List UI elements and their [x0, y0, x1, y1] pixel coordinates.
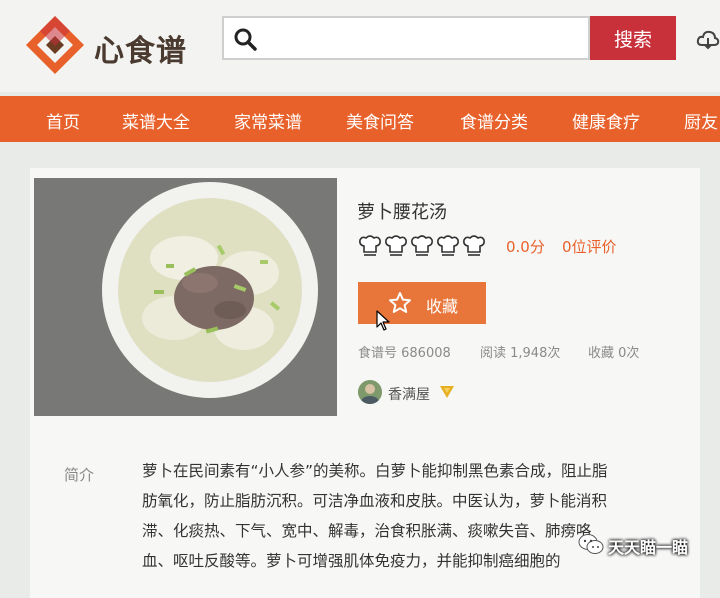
recipe-id: 食谱号 686008	[358, 346, 451, 361]
recipe-photo[interactable]	[34, 178, 337, 416]
nav-item-home[interactable]: 首页	[46, 108, 80, 133]
intro-line: 肪氧化，防止脂肪沉积。可洁净血液和皮肤。中医认为，萝卜能消积	[142, 492, 608, 510]
search-input[interactable]	[266, 24, 570, 56]
soup-bowl-image	[34, 178, 337, 416]
favorite-count: 收藏 0次	[588, 346, 640, 361]
main-nav: 首页 菜谱大全 家常菜谱 美食问答 食谱分类 健康食疗 厨友	[0, 96, 720, 142]
chef-hat-icon	[411, 235, 433, 253]
cloud-icon[interactable]	[696, 28, 720, 50]
star-icon	[389, 292, 411, 313]
read-count: 阅读 1,948次	[480, 346, 561, 361]
nav-item-categories[interactable]: 食谱分类	[460, 108, 528, 133]
nav-item-recipes[interactable]: 菜谱大全	[122, 108, 190, 133]
intro-label: 简介	[64, 466, 95, 484]
site-logo[interactable]: 心食谱	[24, 14, 214, 74]
chef-hat-icon	[385, 235, 407, 253]
rating-score: 0.0分	[506, 238, 545, 256]
watermark: 天天瞄一瞄	[576, 528, 720, 560]
chef-hat-icon	[437, 235, 459, 253]
logo-mark-icon	[26, 16, 84, 74]
review-count[interactable]: 0位评价	[562, 236, 617, 257]
chef-hat-icon	[359, 235, 381, 253]
nav-item-qa[interactable]: 美食问答	[346, 108, 414, 133]
search-icon	[234, 28, 257, 51]
mouse-cursor-icon	[376, 310, 390, 331]
chef-hat-icon	[463, 235, 485, 253]
intro-line: 萝卜在民间素有“小人参”的美称。白萝卜能抑制黑色素合成，阻止脂	[142, 462, 608, 480]
chef-hat-icon	[359, 235, 485, 256]
author-name[interactable]: 香满屋	[388, 384, 430, 404]
logo-text: 心食谱	[94, 34, 187, 69]
rating-hats[interactable]	[357, 234, 497, 260]
search-box	[222, 16, 590, 60]
author-avatar[interactable]	[358, 380, 382, 404]
recipe-title: 萝卜腰花汤	[357, 202, 447, 223]
nav-item-home-cooking[interactable]: 家常菜谱	[234, 108, 302, 133]
verified-badge-icon	[440, 386, 454, 398]
nav-item-diet-therapy[interactable]: 健康食疗	[572, 108, 640, 133]
favorite-label: 收藏	[426, 297, 459, 316]
search-button[interactable]: 搜索	[590, 16, 676, 60]
watermark-text: 天天瞄一瞄	[608, 538, 689, 557]
nav-item-cook-friends[interactable]: 厨友	[684, 108, 718, 133]
wechat-icon	[578, 534, 604, 554]
